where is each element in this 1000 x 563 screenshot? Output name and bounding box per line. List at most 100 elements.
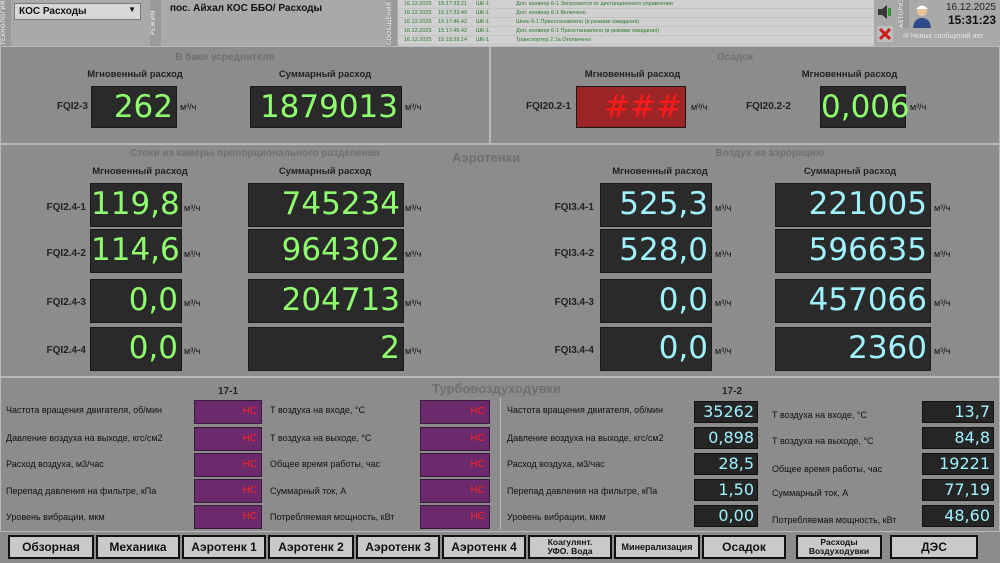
tab-mode[interactable]: РЕЖИМ <box>150 0 161 46</box>
date-value: 16.12.2025 <box>945 2 996 13</box>
time-value: 15:31:23 <box>947 13 996 27</box>
tanks-total-display: 1879013 <box>250 86 402 128</box>
label-air-flow: Расход воздуха, м3/час <box>6 459 104 469</box>
clock: 16.12.2025 15:31:23 <box>940 2 996 27</box>
nav-aerotank4-button[interactable]: Аэротенк 4 <box>442 535 526 559</box>
label-total-current: Суммарный ток, А <box>772 488 849 498</box>
u1-filter-dp: НС <box>194 479 262 503</box>
u2-filter-dp: 1,50 <box>694 479 758 501</box>
label-runtime: Общее время работы, час <box>772 464 883 474</box>
unit: м³/ч <box>405 298 422 308</box>
nav-aerotank1-button[interactable]: Аэротенк 1 <box>182 535 266 559</box>
object-select-value: КОС Расходы <box>19 6 87 17</box>
tag-fqi2-4-2: FQI2.4-2 <box>46 248 86 259</box>
label-outlet-pressure: Давление воздуха на выходе, кгс/см2 <box>507 433 664 443</box>
aero-right-title: Воздух на аэрорацию <box>715 148 825 159</box>
aero-right-instant-label: Мгновенный расход <box>612 166 708 177</box>
unit: м³/ч <box>180 102 197 112</box>
tanks-instant-display: 262 <box>91 86 177 128</box>
u2-motor-speed: 35262 <box>694 401 758 423</box>
aero-right-instant-1: 525,3 <box>600 183 712 227</box>
tanks-instant-label: Мгновенный расход <box>87 69 183 80</box>
label-motor-speed: Частота вращения двигателя, об/мин <box>6 405 162 415</box>
aero-left-instant-4: 0,0 <box>90 327 182 371</box>
label-air-in-temp: Т воздуха на входе, °С <box>772 410 867 420</box>
user-avatar-icon[interactable] <box>910 2 934 28</box>
label-filter-dp: Перепад давления на фильтре, кПа <box>6 486 157 496</box>
nav-des-button[interactable]: ДЭС <box>890 535 978 559</box>
label-power: Потребляемая мощность, кВт <box>772 515 897 525</box>
nav-mineralization-button[interactable]: Минерализация <box>614 535 700 559</box>
nav-coagulant-line2: УФО. Вода <box>547 546 593 556</box>
nav-aerotank2-button[interactable]: Аэротенк 2 <box>268 535 354 559</box>
u1-air-in-temp: НС <box>420 400 490 424</box>
tab-user[interactable]: АВТОРИЗАЦИЯ <box>898 0 909 28</box>
close-icon[interactable] <box>876 25 894 43</box>
aero-left-instant-3: 0,0 <box>90 279 182 323</box>
mail-icon: ✉ <box>903 33 909 40</box>
breadcrumb: пос. Айхал КОС ББО/ Расходы <box>170 3 323 14</box>
unit: м³/ч <box>934 249 951 259</box>
nav-overview-button[interactable]: Обзорная <box>8 535 94 559</box>
unit: м³/ч <box>715 249 732 259</box>
tab-technology[interactable]: ТЕХНОЛОГИЯ <box>0 0 11 46</box>
tag-fqi3-4-4: FQI3.4-4 <box>554 345 594 356</box>
unit: м³/ч <box>715 203 732 213</box>
nav-flows-blowers-button[interactable]: Расходы Воздуходувки <box>796 535 882 559</box>
label-air-flow: Расход воздуха, м3/час <box>507 459 605 469</box>
aero-left-instant-1: 119,8 <box>90 183 182 227</box>
label-vibration: Уровень вибрации, мкм <box>507 512 606 522</box>
label-filter-dp: Перепад давления на фильтре, кПа <box>507 486 658 496</box>
label-vibration: Уровень вибрации, мкм <box>6 512 105 522</box>
unit: м³/ч <box>184 346 201 356</box>
u1-air-out-temp: НС <box>420 427 490 451</box>
nav-sediment-button[interactable]: Осадок <box>702 535 786 559</box>
nav-mechanics-button[interactable]: Механика <box>96 535 180 559</box>
aero-left-title: Стоки из камеры пропорционального раздел… <box>130 148 380 159</box>
nav-aerotank3-button[interactable]: Аэротенк 3 <box>356 535 440 559</box>
event-log[interactable]: 16.12.2025 15:17:33.21 ШК-1 Доп. конвеер 6-… <box>398 0 874 46</box>
label-outlet-pressure: Давление воздуха на выходе, кгс/см2 <box>6 433 163 443</box>
object-select[interactable]: КОС Расходы ▼ <box>14 3 141 20</box>
label-air-out-temp: Т воздуха на выходе, °С <box>772 436 874 446</box>
tag-fqi2-4-1: FQI2.4-1 <box>46 202 86 213</box>
u1-vibration: НС <box>194 505 262 529</box>
u2-vibration: 0,00 <box>694 505 758 527</box>
tab-events[interactable]: СООБЩЕНИЯ <box>386 0 397 46</box>
event-row[interactable]: 16.12.2025 15:17:33.21 ШК-1 Доп. конвеер 6-… <box>398 0 874 9</box>
sediment-instant-label: Мгновенный расход <box>584 69 681 80</box>
label-power: Потребляемая мощность, кВт <box>270 512 395 522</box>
aero-right-total-2: 596635 <box>775 229 931 273</box>
u1-runtime: НС <box>420 453 490 477</box>
unit: м³/ч <box>405 346 422 356</box>
aero-right-total-label: Суммарный расход <box>803 166 897 177</box>
nav-coagulant-button[interactable]: Коагулянт. УФО. Вода <box>528 535 612 559</box>
aero-right-total-1: 221005 <box>775 183 931 227</box>
u1-air-flow: НС <box>194 453 262 477</box>
u2-air-out-temp: 84,8 <box>922 427 994 449</box>
event-row[interactable]: 16.12.2025 15:17:46.42 ШК-1 Шнек 6-1 Приост… <box>398 18 874 27</box>
label-air-out-temp: Т воздуха на выходе, °С <box>270 433 372 443</box>
aero-right-instant-2: 528,0 <box>600 229 712 273</box>
u2-air-flow: 28,5 <box>694 453 758 475</box>
event-row[interactable]: 16.12.2025 15:17:33.49 ШК-1 Доп. конвеер 6-… <box>398 9 874 18</box>
aero-left-total-4: 2 <box>248 327 404 371</box>
event-row[interactable]: 16.12.2025 15:18:39.14 ШК-1 Транспортер 2.1… <box>398 36 874 45</box>
unit: м³/ч <box>405 203 422 213</box>
event-row[interactable]: 16.12.2025 15:17:46.42 ШК-1 Доп. конвеер 6-… <box>398 27 874 36</box>
tag-fqi2-4-3: FQI2.4-3 <box>46 297 86 308</box>
sediment-value-1: ### <box>576 86 686 128</box>
header-bar: ТЕХНОЛОГИЯ КОС Расходы ▼ РЕЖИМ пос. Айха… <box>0 0 1000 46</box>
turbo-title: Турбовоздуходувки <box>432 381 562 396</box>
aero-left-instant-2: 114,6 <box>90 229 182 273</box>
unit: м³/ч <box>184 298 201 308</box>
unit: м³/ч <box>934 298 951 308</box>
speaker-icon[interactable] <box>876 3 894 21</box>
u2-runtime: 19221 <box>922 453 994 475</box>
aero-left-instant-label: Мгновенный расход <box>92 166 188 177</box>
unit: м³/ч <box>934 203 951 213</box>
aero-right-total-3: 457066 <box>775 279 931 323</box>
tag-fqi3-4-3: FQI3.4-3 <box>554 297 594 308</box>
sediment-title: Осадок <box>716 52 754 63</box>
aero-title: Аэротенки <box>452 150 521 165</box>
